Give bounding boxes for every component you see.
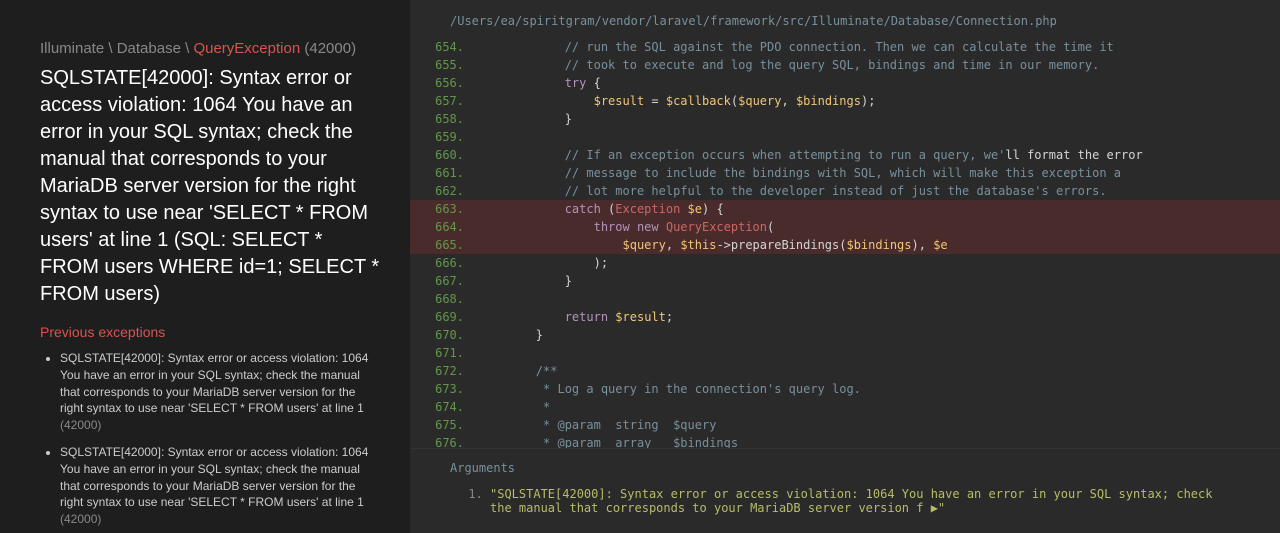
code-line: 657. $result = $callback($query, $bindin… [410, 92, 1280, 110]
line-content: $query, $this->prepareBindings($bindings… [478, 236, 1280, 254]
code-line: 663. catch (Exception $e) { [410, 200, 1280, 218]
line-content: * @param string $query [478, 416, 1280, 434]
code-line: 666. ); [410, 254, 1280, 272]
line-number: 658. [410, 110, 478, 128]
line-number: 675. [410, 416, 478, 434]
code-line: 665. $query, $this->prepareBindings($bin… [410, 236, 1280, 254]
line-content: * @param array $bindings [478, 434, 1280, 448]
line-content: // run the SQL against the PDO connectio… [478, 38, 1280, 56]
line-content: return $result; [478, 308, 1280, 326]
previous-exceptions-list: SQLSTATE[42000]: Syntax error or access … [40, 350, 380, 528]
code-line: 662. // lot more helpful to the develope… [410, 182, 1280, 200]
file-path: /Users/ea/spiritgram/vendor/laravel/fram… [410, 0, 1280, 38]
line-content [478, 290, 1280, 308]
arguments-section: Arguments "SQLSTATE[42000]: Syntax error… [410, 448, 1280, 533]
list-item[interactable]: "SQLSTATE[42000]: Syntax error or access… [490, 487, 1240, 515]
code-line: 660. // If an exception occurs when atte… [410, 146, 1280, 164]
line-number: 659. [410, 128, 478, 146]
namespace-part: Database [117, 40, 181, 57]
code-line: 664. throw new QueryException( [410, 218, 1280, 236]
code-line: 656. try { [410, 74, 1280, 92]
line-number: 674. [410, 398, 478, 416]
line-content: // If an exception occurs when attemptin… [478, 146, 1280, 164]
line-content: // message to include the bindings with … [478, 164, 1280, 182]
line-content: // lot more helpful to the developer ins… [478, 182, 1280, 200]
code-line: 670. } [410, 326, 1280, 344]
list-item[interactable]: SQLSTATE[42000]: Syntax error or access … [60, 350, 380, 434]
line-content: } [478, 326, 1280, 344]
line-content: /** [478, 362, 1280, 380]
line-content: throw new QueryException( [478, 218, 1280, 236]
code-line: 658. } [410, 110, 1280, 128]
line-number: 676. [410, 434, 478, 448]
arguments-list: "SQLSTATE[42000]: Syntax error or access… [450, 487, 1240, 515]
code-line: 671. [410, 344, 1280, 362]
code-block[interactable]: 654. // run the SQL against the PDO conn… [410, 38, 1280, 448]
line-number: 654. [410, 38, 478, 56]
previous-exceptions-heading: Previous exceptions [40, 324, 380, 340]
line-content: } [478, 110, 1280, 128]
line-number: 668. [410, 290, 478, 308]
arguments-heading: Arguments [450, 461, 1240, 475]
line-content: * Log a query in the connection's query … [478, 380, 1280, 398]
code-line: 675. * @param string $query [410, 416, 1280, 434]
exception-class: QueryException [193, 40, 300, 57]
breadcrumb: Illuminate \ Database \ QueryException (… [40, 40, 380, 57]
code-line: 668. [410, 290, 1280, 308]
code-line: 661. // message to include the bindings … [410, 164, 1280, 182]
line-content: try { [478, 74, 1280, 92]
line-content: catch (Exception $e) { [478, 200, 1280, 218]
code-line: 655. // took to execute and log the quer… [410, 56, 1280, 74]
line-number: 665. [410, 236, 478, 254]
line-number: 671. [410, 344, 478, 362]
error-title: SQLSTATE[42000]: Syntax error or access … [40, 65, 380, 308]
line-number: 667. [410, 272, 478, 290]
code-line: 667. } [410, 272, 1280, 290]
line-number: 666. [410, 254, 478, 272]
line-number: 661. [410, 164, 478, 182]
code-line: 673. * Log a query in the connection's q… [410, 380, 1280, 398]
line-content: $result = $callback($query, $bindings); [478, 92, 1280, 110]
line-number: 662. [410, 182, 478, 200]
error-code: (42000) [304, 40, 356, 57]
line-content: } [478, 272, 1280, 290]
line-content [478, 344, 1280, 362]
code-line: 672. /** [410, 362, 1280, 380]
code-line: 669. return $result; [410, 308, 1280, 326]
code-line: 674. * [410, 398, 1280, 416]
line-content [478, 128, 1280, 146]
line-number: 669. [410, 308, 478, 326]
code-line: 659. [410, 128, 1280, 146]
line-number: 664. [410, 218, 478, 236]
line-number: 655. [410, 56, 478, 74]
code-line: 654. // run the SQL against the PDO conn… [410, 38, 1280, 56]
line-content: * [478, 398, 1280, 416]
line-number: 657. [410, 92, 478, 110]
line-number: 656. [410, 74, 478, 92]
line-number: 673. [410, 380, 478, 398]
line-content: ); [478, 254, 1280, 272]
code-panel: /Users/ea/spiritgram/vendor/laravel/fram… [410, 0, 1280, 533]
line-number: 672. [410, 362, 478, 380]
line-number: 660. [410, 146, 478, 164]
exception-summary-panel: Illuminate \ Database \ QueryException (… [0, 0, 410, 533]
list-item[interactable]: SQLSTATE[42000]: Syntax error or access … [60, 444, 380, 528]
namespace-part: Illuminate [40, 40, 104, 57]
line-number: 663. [410, 200, 478, 218]
line-content: // took to execute and log the query SQL… [478, 56, 1280, 74]
line-number: 670. [410, 326, 478, 344]
code-line: 676. * @param array $bindings [410, 434, 1280, 448]
